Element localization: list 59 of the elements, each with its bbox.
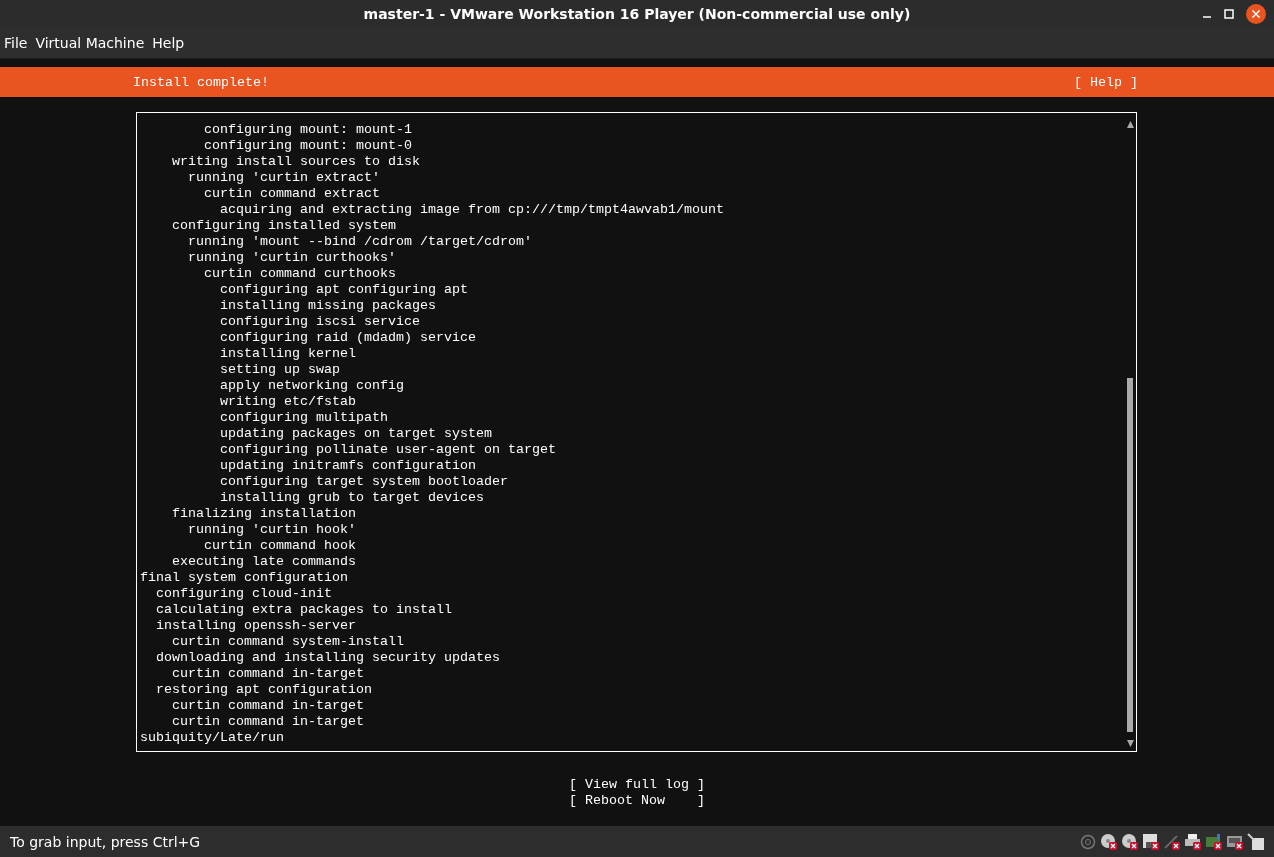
log-line: configuring installed system: [171, 218, 397, 234]
log-line: curtin command system-install: [171, 634, 405, 650]
printer-icon[interactable]: [1184, 833, 1201, 850]
log-line: setting up swap: [219, 362, 341, 378]
scroll-down-icon[interactable]: [1126, 740, 1134, 747]
log-line: running 'curtin extract': [187, 170, 381, 186]
cd-icon[interactable]: [1121, 833, 1138, 850]
log-line: final system configuration: [140, 570, 349, 586]
cd-icon[interactable]: [1100, 833, 1117, 850]
status-hint: To grab input, press Ctrl+G: [10, 833, 201, 850]
log-line: configuring mount: mount-1: [203, 122, 413, 138]
display-icon[interactable]: [1226, 833, 1243, 850]
maximize-icon[interactable]: [1224, 9, 1234, 19]
menu-button[interactable]: [ View full log ]: [569, 777, 705, 793]
log-line: installing openssh-server: [155, 618, 357, 634]
log-line: installing missing packages: [219, 298, 437, 314]
log-line: configuring cloud-init: [155, 586, 333, 602]
log-line: acquiring and extracting image from cp:///tmp/tmpt4awvab1/mount: [219, 202, 725, 218]
log-line: configuring apt configuring apt: [219, 282, 469, 298]
help-button[interactable]: [ Help ]: [1074, 74, 1138, 90]
log-line: installing grub to target devices: [219, 490, 485, 506]
log-line: configuring mount: mount-0: [203, 138, 413, 154]
menu-item[interactable]: Help: [152, 35, 185, 51]
menu-button[interactable]: [ Reboot Now ]: [569, 793, 705, 809]
log-line: writing install sources to disk: [171, 154, 421, 170]
log-line: running 'mount --bind /cdrom /target/cdrom': [187, 234, 533, 250]
scroll-up-icon[interactable]: [1126, 121, 1134, 128]
window-title: master-1 - VMware Workstation 16 Player (Non-commercial use only): [363, 6, 911, 22]
close-icon[interactable]: [1246, 4, 1266, 24]
menu-item[interactable]: Virtual Machine: [35, 35, 145, 51]
log-line: executing late commands: [171, 554, 357, 570]
log-line: apply networking config: [219, 378, 405, 394]
log-line: configuring multipath: [219, 410, 389, 426]
menu-item[interactable]: File: [4, 35, 28, 51]
log-line: writing etc/fstab: [219, 394, 357, 410]
log-line: updating packages on target system: [219, 426, 493, 442]
log-line: curtin command in-target: [171, 666, 365, 682]
log-line: downloading and installing security updates: [155, 650, 501, 666]
log-line: configuring raid (mdadm) service: [219, 330, 477, 346]
log-line: installing kernel: [219, 346, 357, 362]
log-line: running 'curtin hook': [187, 522, 357, 538]
floppy-icon[interactable]: [1142, 833, 1159, 850]
scrollbar-thumb[interactable]: [1127, 378, 1133, 732]
log-line: curtin command in-target: [171, 698, 365, 714]
log-line: calculating extra packages to install: [155, 602, 453, 618]
log-line: subiquity/Late/run: [140, 730, 285, 746]
log-line: configuring iscsi service: [219, 314, 421, 330]
log-line: configuring target system bootloader: [219, 474, 509, 490]
log-line: updating initramfs configuration: [219, 458, 477, 474]
sound-card-icon[interactable]: [1205, 833, 1222, 850]
log-line: curtin command extract: [203, 186, 381, 202]
header-title: Install complete!: [133, 74, 269, 90]
log-line: finalizing installation: [171, 506, 357, 522]
log-line: restoring apt configuration: [155, 682, 373, 698]
log-line: curtin command in-target: [171, 714, 365, 730]
log-line: curtin command hook: [203, 538, 357, 554]
log-line: running 'curtin curthooks': [187, 250, 397, 266]
log-line: configuring pollinate user-agent on target: [219, 442, 557, 458]
log-line: curtin command curthooks: [203, 266, 397, 282]
